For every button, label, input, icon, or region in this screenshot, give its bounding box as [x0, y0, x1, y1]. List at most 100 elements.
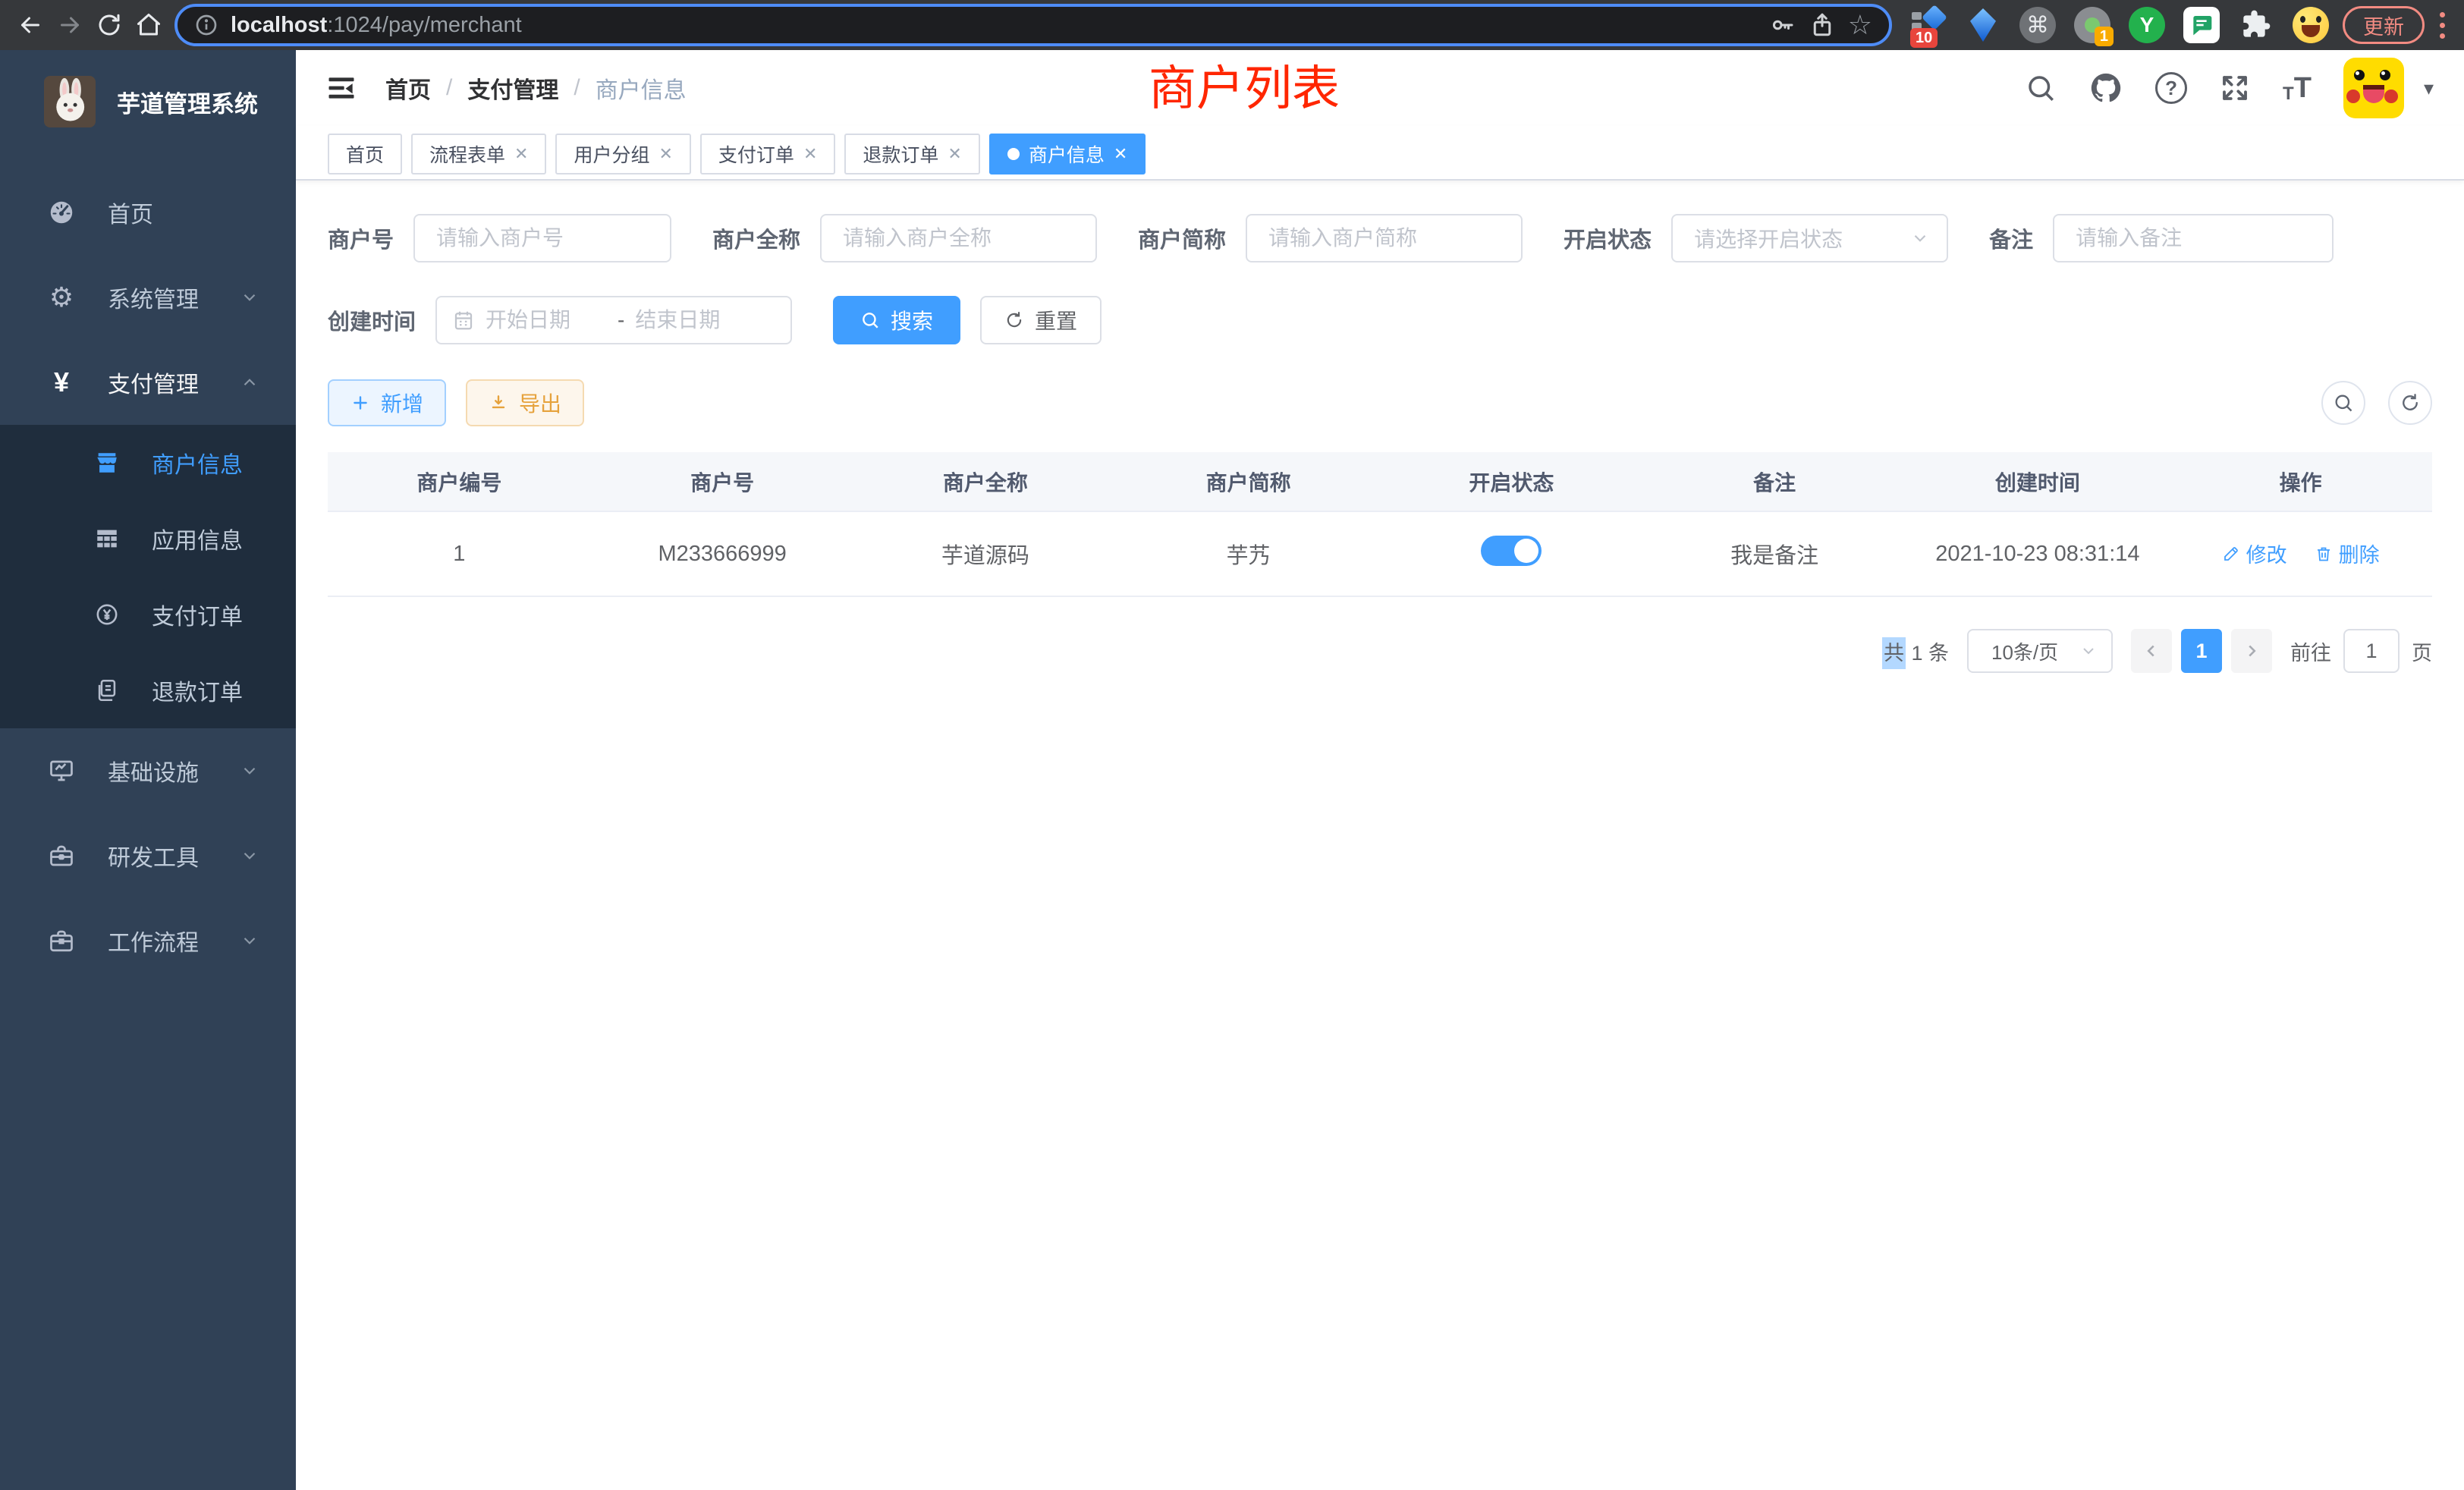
site-info-icon[interactable]: [194, 13, 218, 37]
sidebar-item-label: 退款订单: [152, 674, 243, 707]
tab-merchant-info[interactable]: 商户信息 ✕: [989, 134, 1146, 174]
browser-home-button[interactable]: [129, 5, 168, 45]
page-unit-label: 页: [2412, 637, 2432, 666]
fullscreen-button[interactable]: [2219, 72, 2251, 104]
font-size-button[interactable]: TT: [2283, 72, 2312, 105]
gem-icon: [1970, 8, 1996, 42]
table-toolbar: 新增 导出: [328, 379, 2432, 426]
sidebar-item-label: 支付管理: [108, 366, 199, 399]
back-icon: [17, 11, 44, 39]
tab-process-form[interactable]: 流程表单 ✕: [411, 134, 546, 174]
merchant-no-input[interactable]: [413, 214, 671, 262]
export-button[interactable]: 导出: [466, 379, 584, 426]
chevron-down-icon: [240, 288, 259, 307]
avatar-cheek: [2384, 90, 2398, 103]
browser-menu-button[interactable]: [2431, 5, 2453, 45]
col-actions: 操作: [2169, 452, 2432, 511]
tab-home[interactable]: 首页: [328, 134, 402, 174]
sidebar-item-app-info[interactable]: 应用信息: [0, 501, 296, 577]
export-button-label: 导出: [519, 388, 561, 418]
extension-chat-icon[interactable]: [2183, 7, 2220, 43]
sidebar-item-dev-tools[interactable]: 研发工具: [0, 813, 296, 898]
address-bar[interactable]: localhost:1024/pay/merchant ☆: [174, 4, 1892, 46]
breadcrumb-current: 商户信息: [596, 71, 687, 105]
add-button[interactable]: 新增: [328, 379, 446, 426]
full-name-input[interactable]: [820, 214, 1097, 262]
command-icon: ⌘: [2019, 7, 2056, 43]
close-icon[interactable]: ✕: [1114, 146, 1127, 162]
cell-actions: 修改 删除: [2169, 511, 2432, 596]
search-button[interactable]: 搜索: [833, 296, 960, 344]
sidebar-item-label: 工作流程: [108, 924, 199, 957]
close-icon[interactable]: ✕: [948, 146, 961, 162]
sidebar-item-infrastructure[interactable]: 基础设施: [0, 728, 296, 813]
toggle-knob: [1514, 539, 1538, 563]
chrome-update-button[interactable]: 更新: [2343, 6, 2425, 44]
short-name-input[interactable]: [1246, 214, 1523, 262]
bookmark-star-icon[interactable]: ☆: [1848, 11, 1872, 39]
header-search-button[interactable]: [2025, 72, 2057, 104]
close-icon[interactable]: ✕: [658, 146, 672, 162]
sidebar-item-merchant-info[interactable]: 商户信息: [0, 425, 296, 501]
url-path: :1024/pay/merchant: [327, 13, 521, 38]
sidebar-item-system[interactable]: ⚙ 系统管理: [0, 255, 296, 340]
refresh-table-button[interactable]: [2388, 381, 2432, 425]
extension-y-icon[interactable]: Y: [2129, 7, 2165, 43]
sidebar-item-refund-order[interactable]: 退款订单: [0, 652, 296, 728]
sidebar-item-home[interactable]: 首页: [0, 170, 296, 255]
goto-page-input[interactable]: [2343, 629, 2400, 673]
tab-label: 退款订单: [863, 140, 938, 168]
browser-forward-button[interactable]: [50, 5, 90, 45]
breadcrumb-home[interactable]: 首页: [385, 71, 431, 105]
github-button[interactable]: [2088, 71, 2123, 105]
sidebar-item-pay-order[interactable]: 支付订单: [0, 577, 296, 652]
sidebar-item-payment[interactable]: ¥ 支付管理: [0, 340, 296, 425]
close-icon[interactable]: ✕: [514, 146, 528, 162]
avatar-caret-icon[interactable]: ▾: [2424, 77, 2434, 100]
help-button[interactable]: ?: [2155, 72, 2187, 104]
user-avatar[interactable]: [2343, 58, 2404, 118]
extensions-puzzle-icon[interactable]: [2238, 7, 2274, 43]
status-toggle[interactable]: [1481, 536, 1542, 566]
tab-user-group[interactable]: 用户分组 ✕: [555, 134, 690, 174]
cell-merchant-id: 1: [328, 511, 591, 596]
extension-tray: 10 ⌘ 1 Y: [1910, 7, 2329, 43]
prev-page-button[interactable]: [2131, 629, 2172, 673]
extension-recorder-icon[interactable]: 1: [2074, 7, 2110, 43]
tab-label: 支付订单: [718, 140, 794, 168]
start-date-input[interactable]: [486, 308, 607, 332]
tab-pay-order[interactable]: 支付订单 ✕: [700, 134, 835, 174]
browser-reload-button[interactable]: [90, 5, 129, 45]
remark-input[interactable]: [2053, 214, 2334, 262]
password-key-icon[interactable]: [1769, 11, 1796, 39]
sidebar-item-workflow[interactable]: 工作流程: [0, 898, 296, 983]
tab-refund-order[interactable]: 退款订单 ✕: [844, 134, 979, 174]
extension-command-icon[interactable]: ⌘: [2019, 7, 2056, 43]
edit-link[interactable]: 修改: [2222, 539, 2287, 568]
profile-avatar[interactable]: [2293, 7, 2329, 43]
browser-back-button[interactable]: [11, 5, 50, 45]
date-range-picker[interactable]: -: [435, 296, 792, 344]
sidebar-fold-button[interactable]: [323, 70, 360, 106]
toggle-search-button[interactable]: [2321, 381, 2365, 425]
filter-merchant-no: 商户号: [328, 214, 671, 262]
annotation-merchant-list: 商户列表: [1149, 50, 1340, 119]
breadcrumb-payment[interactable]: 支付管理: [467, 71, 558, 105]
close-icon[interactable]: ✕: [803, 146, 817, 162]
goto-page: 前往 页: [2290, 629, 2432, 673]
yen-icon: ¥: [46, 369, 77, 396]
page-size-select[interactable]: 10条/页: [1967, 629, 2113, 673]
share-icon[interactable]: [1809, 11, 1836, 39]
extension-gem-icon[interactable]: [1965, 7, 2001, 43]
browser-toolbar: localhost:1024/pay/merchant ☆ 10 ⌘ 1 Y: [0, 0, 2464, 50]
delete-link[interactable]: 删除: [2315, 539, 2380, 568]
end-date-input[interactable]: [635, 308, 756, 332]
extension-tabs-icon[interactable]: 10: [1910, 7, 1947, 43]
status-select[interactable]: 请选择开启状态: [1671, 214, 1948, 262]
delete-link-label: 删除: [2339, 539, 2380, 568]
trash-icon: [2315, 545, 2333, 563]
reset-button[interactable]: 重置: [980, 296, 1102, 344]
next-page-button[interactable]: [2231, 629, 2272, 673]
cell-full-name: 芋道源码: [854, 511, 1117, 596]
page-number-current[interactable]: 1: [2181, 629, 2222, 673]
